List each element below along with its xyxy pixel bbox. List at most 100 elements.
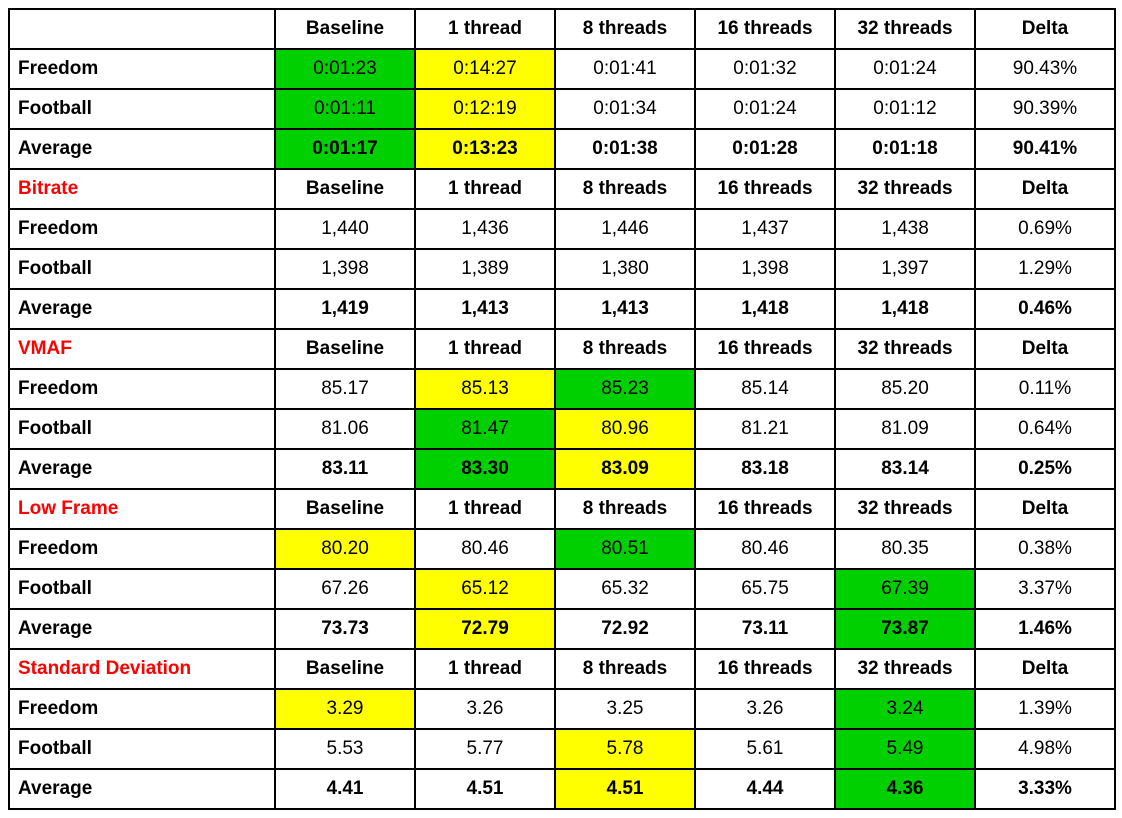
column-header-16-threads: 16 threads: [695, 649, 835, 689]
data-cell: 65.12: [415, 569, 555, 609]
data-cell: 1,380: [555, 249, 695, 289]
data-cell: 1.46%: [975, 609, 1115, 649]
row-label-football: Football: [9, 569, 275, 609]
data-cell: 1,413: [415, 289, 555, 329]
row-label-average: Average: [9, 769, 275, 809]
data-cell: 85.23: [555, 369, 695, 409]
row-label-freedom: Freedom: [9, 369, 275, 409]
table-row: Freedom0:01:230:14:270:01:410:01:320:01:…: [9, 49, 1115, 89]
data-cell: 5.49: [835, 729, 975, 769]
table-row: Average0:01:170:13:230:01:380:01:280:01:…: [9, 129, 1115, 169]
table-row: Average4.414.514.514.444.363.33%: [9, 769, 1115, 809]
column-header-delta: Delta: [975, 649, 1115, 689]
data-cell: 83.09: [555, 449, 695, 489]
data-cell: 0:01:38: [555, 129, 695, 169]
data-cell: 5.61: [695, 729, 835, 769]
data-cell: 0:01:32: [695, 49, 835, 89]
column-header-8-threads: 8 threads: [555, 649, 695, 689]
table-row: Football1,3981,3891,3801,3981,3971.29%: [9, 249, 1115, 289]
data-cell: 0.64%: [975, 409, 1115, 449]
row-label-football: Football: [9, 409, 275, 449]
data-cell: 3.37%: [975, 569, 1115, 609]
data-cell: 65.75: [695, 569, 835, 609]
data-cell: 1.39%: [975, 689, 1115, 729]
row-label-freedom: Freedom: [9, 529, 275, 569]
data-cell: 1.29%: [975, 249, 1115, 289]
data-cell: 67.39: [835, 569, 975, 609]
column-header-1-thread: 1 thread: [415, 9, 555, 49]
column-header-8-threads: 8 threads: [555, 9, 695, 49]
row-label-average: Average: [9, 609, 275, 649]
data-cell: 85.20: [835, 369, 975, 409]
table-row: Football5.535.775.785.615.494.98%: [9, 729, 1115, 769]
data-cell: 81.09: [835, 409, 975, 449]
data-cell: 1,440: [275, 209, 415, 249]
section-header-standard-deviation: Standard Deviation: [9, 649, 275, 689]
column-header-32-threads: 32 threads: [835, 649, 975, 689]
data-cell: 0:01:24: [695, 89, 835, 129]
section-header-vmaf: VMAF: [9, 329, 275, 369]
data-cell: 0:01:11: [275, 89, 415, 129]
data-cell: 72.79: [415, 609, 555, 649]
section-header-bitrate: Bitrate: [9, 169, 275, 209]
data-cell: 73.87: [835, 609, 975, 649]
data-cell: 5.53: [275, 729, 415, 769]
data-cell: 1,389: [415, 249, 555, 289]
table-row: Freedom3.293.263.253.263.241.39%: [9, 689, 1115, 729]
data-cell: 0:01:18: [835, 129, 975, 169]
data-cell: 0:12:19: [415, 89, 555, 129]
data-cell: 1,438: [835, 209, 975, 249]
data-cell: 1,397: [835, 249, 975, 289]
column-header-delta: Delta: [975, 9, 1115, 49]
data-cell: 80.46: [695, 529, 835, 569]
data-cell: 3.24: [835, 689, 975, 729]
data-cell: 80.96: [555, 409, 695, 449]
data-cell: 90.43%: [975, 49, 1115, 89]
data-cell: 4.36: [835, 769, 975, 809]
data-cell: 4.44: [695, 769, 835, 809]
data-cell: 0.46%: [975, 289, 1115, 329]
column-header-delta: Delta: [975, 169, 1115, 209]
data-cell: 1,418: [695, 289, 835, 329]
data-cell: 83.30: [415, 449, 555, 489]
data-cell: 1,413: [555, 289, 695, 329]
data-cell: 3.33%: [975, 769, 1115, 809]
data-cell: 1,437: [695, 209, 835, 249]
data-cell: 1,418: [835, 289, 975, 329]
row-label-football: Football: [9, 89, 275, 129]
data-cell: 81.06: [275, 409, 415, 449]
column-header-32-threads: 32 threads: [835, 489, 975, 529]
column-header-16-threads: 16 threads: [695, 9, 835, 49]
data-cell: 1,398: [275, 249, 415, 289]
data-cell: 3.26: [415, 689, 555, 729]
column-header-baseline: Baseline: [275, 329, 415, 369]
column-header-1-thread: 1 thread: [415, 169, 555, 209]
data-cell: 85.13: [415, 369, 555, 409]
table-row: Average1,4191,4131,4131,4181,4180.46%: [9, 289, 1115, 329]
data-cell: 83.18: [695, 449, 835, 489]
column-header-baseline: Baseline: [275, 649, 415, 689]
data-cell: 3.26: [695, 689, 835, 729]
data-cell: 4.41: [275, 769, 415, 809]
data-cell: 90.41%: [975, 129, 1115, 169]
data-cell: 65.32: [555, 569, 695, 609]
data-cell: 4.51: [415, 769, 555, 809]
column-header-32-threads: 32 threads: [835, 9, 975, 49]
data-cell: 0:01:24: [835, 49, 975, 89]
column-header-16-threads: 16 threads: [695, 489, 835, 529]
data-cell: 5.77: [415, 729, 555, 769]
data-cell: 83.14: [835, 449, 975, 489]
data-cell: 90.39%: [975, 89, 1115, 129]
data-cell: 5.78: [555, 729, 695, 769]
data-cell: 0:01:23: [275, 49, 415, 89]
table-row: Football67.2665.1265.3265.7567.393.37%: [9, 569, 1115, 609]
table-row: Football81.0681.4780.9681.2181.090.64%: [9, 409, 1115, 449]
table-row: Freedom1,4401,4361,4461,4371,4380.69%: [9, 209, 1115, 249]
row-label-freedom: Freedom: [9, 689, 275, 729]
data-cell: 80.35: [835, 529, 975, 569]
row-label-average: Average: [9, 289, 275, 329]
data-cell: 85.17: [275, 369, 415, 409]
data-cell: 4.51: [555, 769, 695, 809]
table-row: Freedom85.1785.1385.2385.1485.200.11%: [9, 369, 1115, 409]
column-header-8-threads: 8 threads: [555, 169, 695, 209]
